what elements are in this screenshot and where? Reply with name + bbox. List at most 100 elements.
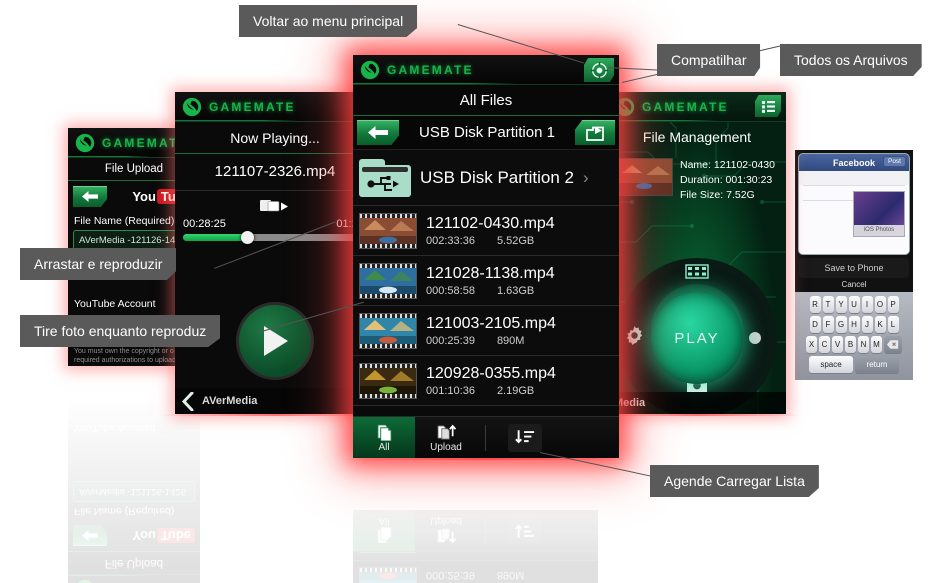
play-button[interactable]	[236, 302, 314, 380]
path-bar: USB Disk Partition 1	[353, 116, 619, 150]
table-row[interactable]: 121102-0430.mp4 002:33:36 5.52GB	[353, 206, 619, 256]
yt-back-button[interactable]	[73, 186, 107, 207]
facebook-dialog[interactable]: Facebook Post iOS Photos ation Friends	[798, 153, 910, 255]
wheel-settings-button[interactable]	[625, 326, 644, 350]
wheel-dot-button[interactable]	[749, 332, 761, 344]
save-to-phone-button[interactable]: Save to Phone	[799, 258, 909, 278]
file-management-panel[interactable]: GAMEMATE File Management Name: 121102-04…	[608, 92, 786, 414]
sort-button[interactable]	[508, 423, 542, 452]
table-row[interactable]: 121028-1138.mp4 000:58:58 1.63GB	[353, 256, 619, 306]
key-K[interactable]: K	[874, 316, 886, 333]
facebook-title: Facebook	[832, 157, 875, 168]
facebook-post-button[interactable]: Post	[882, 156, 906, 167]
key-N[interactable]: N	[858, 336, 869, 353]
divider	[803, 185, 905, 186]
return-key[interactable]: return	[855, 356, 899, 373]
sort-button[interactable]	[508, 516, 542, 545]
duration-value: 001:30:23	[725, 174, 773, 186]
progress-slider[interactable]	[183, 231, 367, 244]
key-B[interactable]: B	[845, 336, 856, 353]
glow-shadow	[340, 458, 632, 460]
ios-keyboard[interactable]: RTYUIOP DFGHJKL XCVBNM space return	[795, 292, 913, 380]
arrow-left-icon	[82, 530, 98, 541]
facebook-share-panel[interactable]: Facebook Post iOS Photos ation Friends	[795, 150, 913, 380]
usb-symbol-icon	[367, 175, 399, 191]
callout-drag-play: Arrastar e reproduzir	[20, 248, 177, 280]
file-size: 2.19GB	[496, 519, 535, 531]
back-button[interactable]	[357, 120, 399, 145]
file-info: 121003-2105.mp4 000:25:39 890M	[426, 314, 613, 347]
share-button[interactable]	[575, 120, 615, 145]
key-M[interactable]: M	[871, 336, 882, 353]
size-label: File Size:	[680, 189, 724, 201]
yt-logo-you: You	[132, 528, 156, 543]
key-L[interactable]: L	[887, 316, 899, 333]
table-row[interactable]: 120928-0355.mp4 001:10:36 2.19GB	[353, 356, 619, 406]
thumbnail-image	[616, 159, 672, 195]
play-wheel-button[interactable]: PLAY	[651, 292, 743, 384]
key-F[interactable]: F	[822, 316, 834, 333]
keyboard-row-1: RTYUIOP	[797, 296, 911, 313]
key-J[interactable]: J	[861, 316, 873, 333]
facebook-body[interactable]: iOS Photos ation Friends	[799, 185, 909, 254]
key-O[interactable]: O	[874, 296, 886, 313]
divider	[485, 517, 486, 544]
tab-all[interactable]: All	[353, 416, 415, 458]
main-menu-button[interactable]	[584, 58, 614, 82]
control-wheel[interactable]: PLAY	[617, 258, 777, 414]
cancel-button[interactable]: Cancel	[795, 280, 913, 289]
clip-button[interactable]	[175, 191, 375, 218]
tab-all[interactable]: All	[353, 510, 415, 552]
table-row[interactable]: 121003-2105.mp4000:25:39890M	[353, 560, 598, 583]
list-menu-button[interactable]	[755, 95, 781, 117]
file-thumbnail	[359, 567, 417, 583]
callout-share: Compatilhar	[657, 44, 761, 76]
file-duration: 000:58:58	[426, 285, 475, 297]
yt-back-button[interactable]	[73, 525, 107, 546]
file-management-title: File Management	[642, 129, 752, 145]
key-Y[interactable]: Y	[835, 296, 847, 313]
folder-row[interactable]: USB Disk Partition 2 ›	[353, 150, 619, 206]
chevron-left-icon[interactable]	[181, 391, 194, 411]
yt-filename-input[interactable]: AVerMedia -121126-1426	[73, 481, 195, 502]
now-playing-panel[interactable]: GAMEMATE Now Playing... 121107-2326.mp4 …	[175, 92, 375, 414]
panel-header: GAMEMATE	[68, 574, 200, 583]
keyboard-row-2: DFGHJKL	[797, 316, 911, 333]
file-list[interactable]: USB Disk Partition 2 › 121102-0430.mp400…	[353, 510, 598, 583]
file-thumbnail	[359, 517, 417, 554]
file-info: 120928-0355.mp4 001:10:36 2.19GB	[426, 519, 592, 552]
key-R[interactable]: R	[809, 296, 821, 313]
attached-photo[interactable]: iOS Photos	[853, 191, 905, 237]
key-D[interactable]: D	[809, 316, 821, 333]
table-row[interactable]: 121003-2105.mp4000:25:39890M	[353, 306, 619, 356]
key-G[interactable]: G	[835, 316, 847, 333]
file-name: 121028-1138.mp4	[426, 265, 555, 282]
tab-upload[interactable]: Upload	[415, 417, 477, 459]
file-list[interactable]: USB Disk Partition 2 › 121102-0430.mp400…	[353, 150, 619, 406]
key-I[interactable]: I	[861, 296, 873, 313]
bottom-tab-bar[interactable]: All Upload	[353, 416, 619, 458]
key-P[interactable]: P	[887, 296, 899, 313]
file-duration: 001:10:36	[426, 385, 475, 397]
key-H[interactable]: H	[848, 316, 860, 333]
target-icon	[590, 61, 608, 79]
all-files-panel[interactable]: GAMEMATE All Files USB Disk Partition 1	[353, 55, 619, 458]
upload-icon	[437, 423, 456, 441]
file-thumbnail	[359, 262, 417, 299]
key-U[interactable]: U	[848, 296, 860, 313]
space-key[interactable]: space	[809, 356, 853, 373]
callout-back-main-menu: Voltar ao menu principal	[239, 5, 418, 37]
file-meta: 001:10:36 2.19GB	[426, 519, 592, 531]
key-C[interactable]: C	[819, 336, 830, 353]
table-row[interactable]: 120928-0355.mp4 001:10:36 2.19GB	[353, 510, 598, 560]
key-V[interactable]: V	[832, 336, 843, 353]
backspace-key[interactable]	[884, 336, 902, 353]
tab-upload[interactable]: Upload	[415, 510, 477, 552]
bottom-tab-bar[interactable]: All Upload	[353, 510, 598, 552]
file-info-block: Name: 121102-0430 Duration: 001:30:23 Fi…	[608, 152, 786, 209]
key-X[interactable]: X	[806, 336, 817, 353]
gamemate-logo-icon	[360, 60, 380, 79]
wheel-film-button[interactable]	[685, 264, 709, 284]
key-T[interactable]: T	[822, 296, 834, 313]
progress-knob[interactable]	[240, 231, 254, 244]
